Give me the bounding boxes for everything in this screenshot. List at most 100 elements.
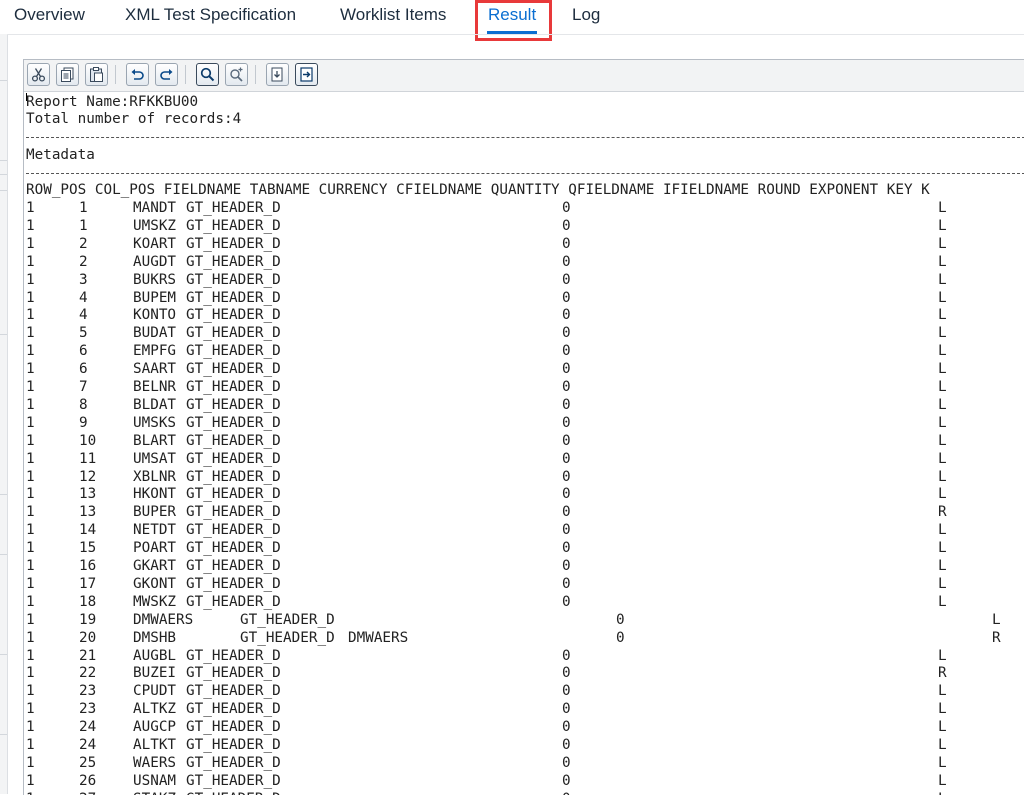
row-cell-qty: 0 bbox=[562, 450, 571, 467]
row-cell-field: BUPEM bbox=[133, 289, 177, 306]
row-cell-row: 1 bbox=[26, 611, 35, 628]
row-cell-exp: L bbox=[938, 307, 947, 324]
row-cell-tab: GT_HEADER_D bbox=[186, 361, 281, 378]
table-row: 1 16 GKART GT_HEADER_D 0 L bbox=[26, 557, 1024, 575]
row-cell-qty: 0 bbox=[616, 629, 625, 646]
row-cell-qty: 0 bbox=[562, 217, 571, 234]
row-cell-field: WAERS bbox=[133, 754, 177, 771]
row-cell-exp: L bbox=[938, 271, 947, 288]
table-row: 1 4 KONTO GT_HEADER_D 0 L bbox=[26, 306, 1024, 324]
row-cell-exp: L bbox=[938, 593, 947, 610]
row-cell-field: SAART bbox=[133, 361, 177, 378]
row-cell-field: BUKRS bbox=[133, 271, 177, 288]
table-row: 1 26 USNAM GT_HEADER_D 0 L bbox=[26, 772, 1024, 790]
cut-icon[interactable] bbox=[27, 63, 50, 86]
row-cell-col: 11 bbox=[79, 450, 97, 467]
row-cell-tab: GT_HEADER_D bbox=[186, 200, 281, 216]
row-cell-col: 1 bbox=[79, 217, 88, 234]
row-cell-field: BUDAT bbox=[133, 325, 177, 342]
row-cell-field: BELNR bbox=[133, 379, 177, 395]
row-cell-cfield: DMWAERS bbox=[348, 629, 409, 646]
toolbar-separator bbox=[255, 65, 256, 84]
row-cell-row: 1 bbox=[26, 629, 35, 646]
row-cell-row: 1 bbox=[26, 504, 35, 521]
row-cell-col: 25 bbox=[79, 754, 97, 771]
row-cell-tab: GT_HEADER_D bbox=[186, 504, 281, 521]
paste-icon[interactable] bbox=[85, 63, 108, 86]
find-next-icon[interactable] bbox=[225, 63, 248, 86]
undo-icon[interactable] bbox=[126, 63, 149, 86]
table-row: 1 11 UMSAT GT_HEADER_D 0 L bbox=[26, 450, 1024, 468]
tab-worklist-items[interactable]: Worklist Items bbox=[340, 5, 446, 25]
left-gutter bbox=[0, 34, 8, 794]
row-cell-exp: L bbox=[938, 325, 947, 342]
row-cell-exp: L bbox=[938, 253, 947, 270]
row-cell-col: 6 bbox=[79, 343, 88, 360]
row-cell-tab: GT_HEADER_D bbox=[186, 307, 281, 324]
tab-overview[interactable]: Overview bbox=[14, 5, 85, 25]
row-cell-field: ALTKT bbox=[133, 737, 177, 753]
row-cell-field: CPUDT bbox=[133, 683, 177, 700]
row-cell-exp: L bbox=[938, 343, 947, 360]
row-cell-qty: 0 bbox=[562, 200, 571, 216]
table-row: 1 14 NETDT GT_HEADER_D 0 L bbox=[26, 521, 1024, 539]
row-cell-row: 1 bbox=[26, 307, 35, 324]
row-cell-row: 1 bbox=[26, 719, 35, 736]
tab-log[interactable]: Log bbox=[572, 5, 600, 25]
row-cell-qty: 0 bbox=[562, 432, 571, 449]
row-cell-row: 1 bbox=[26, 701, 35, 718]
table-row: 1 3 BUKRS GT_HEADER_D 0 L bbox=[26, 271, 1024, 289]
row-cell-field: DMSHB bbox=[133, 629, 177, 646]
table-row: 1 12 XBLNR GT_HEADER_D 0 L bbox=[26, 468, 1024, 486]
copy-icon[interactable] bbox=[56, 63, 79, 86]
row-cell-qty: 0 bbox=[562, 540, 571, 557]
row-cell-exp: L bbox=[938, 719, 947, 736]
row-cell-tab: GT_HEADER_D bbox=[186, 235, 281, 252]
redo-icon[interactable] bbox=[155, 63, 178, 86]
row-cell-field: GKONT bbox=[133, 575, 177, 592]
row-cell-field: BLDAT bbox=[133, 396, 177, 413]
row-cell-row: 1 bbox=[26, 558, 35, 574]
toolbar-separator bbox=[115, 65, 116, 84]
row-cell-exp: L bbox=[938, 737, 947, 753]
row-cell-tab: GT_HEADER_D bbox=[186, 253, 281, 270]
report-name-line: Report Name:RFKKBU00 bbox=[26, 94, 199, 110]
row-cell-qty: 0 bbox=[562, 253, 571, 270]
row-cell-qty: 0 bbox=[562, 361, 571, 378]
row-cell-field: MANDT bbox=[133, 200, 177, 216]
report-output: Report Name:RFKKBU00 Total number of rec… bbox=[26, 93, 1024, 795]
table-row: 1 18 MWSKZ GT_HEADER_D 0 L bbox=[26, 593, 1024, 611]
row-cell-row: 1 bbox=[26, 343, 35, 360]
table-row: 1 19 DMWAERS GT_HEADER_D 0 L bbox=[26, 611, 1024, 629]
row-cell-field: GKART bbox=[133, 558, 177, 574]
tab-xml-test-specification[interactable]: XML Test Specification bbox=[125, 5, 296, 25]
row-cell-col: 4 bbox=[79, 307, 88, 324]
separator-line bbox=[26, 137, 1024, 138]
export-icon[interactable] bbox=[295, 63, 318, 86]
row-cell-exp: L bbox=[938, 235, 947, 252]
find-icon[interactable] bbox=[196, 63, 219, 86]
editor-toolbar bbox=[24, 60, 1024, 92]
row-cell-field: MWSKZ bbox=[133, 593, 177, 610]
row-cell-col: 19 bbox=[79, 611, 97, 628]
table-row: 1 13 BUPER GT_HEADER_D 0 R bbox=[26, 503, 1024, 521]
row-cell-row: 1 bbox=[26, 468, 35, 485]
row-cell-exp: L bbox=[938, 217, 947, 234]
table-row: 1 6 EMPFG GT_HEADER_D 0 L bbox=[26, 342, 1024, 360]
row-cell-col: 6 bbox=[79, 361, 88, 378]
download-icon[interactable] bbox=[266, 63, 289, 86]
table-row: 1 21 AUGBL GT_HEADER_D 0 L bbox=[26, 647, 1024, 665]
row-cell-qty: 0 bbox=[562, 504, 571, 521]
row-cell-qty: 0 bbox=[562, 235, 571, 252]
row-cell-exp: L bbox=[938, 575, 947, 592]
row-cell-exp: L bbox=[938, 522, 947, 539]
row-cell-exp: R bbox=[992, 629, 1001, 646]
table-row: 1 20 DMSHB GT_HEADER_D DMWAERS 0 R bbox=[26, 629, 1024, 647]
row-cell-col: 20 bbox=[79, 629, 97, 646]
row-cell-exp: L bbox=[938, 379, 947, 395]
row-cell-col: 18 bbox=[79, 593, 97, 610]
row-cell-qty: 0 bbox=[562, 325, 571, 342]
table-row: 1 23 CPUDT GT_HEADER_D 0 L bbox=[26, 682, 1024, 700]
row-cell-field: AUGDT bbox=[133, 253, 177, 270]
row-cell-row: 1 bbox=[26, 522, 35, 539]
